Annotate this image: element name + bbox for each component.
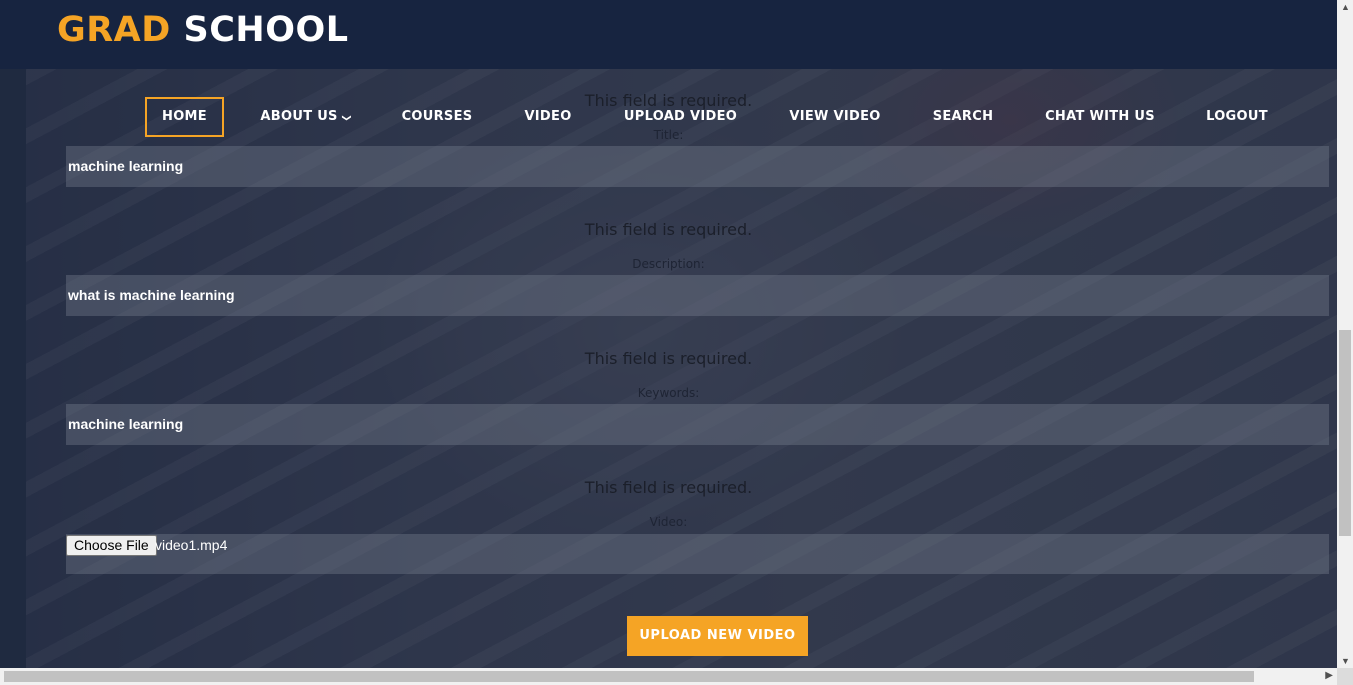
title-field[interactable]: machine learning (66, 146, 1329, 187)
nav-search-label: SEARCH (932, 109, 994, 124)
nav-video[interactable]: VIDEO (520, 97, 576, 137)
horizontal-scrollbar[interactable]: ▶ (0, 668, 1337, 685)
nav-logout[interactable]: LOGOUT (1203, 97, 1271, 137)
nav-logout-label: LOGOUT (1206, 109, 1268, 124)
scroll-up-arrow-icon[interactable]: ▲ (1341, 2, 1350, 12)
logo-part-school: SCHOOL (183, 10, 349, 50)
video-file-field: Choose File video1.mp4 (66, 534, 1329, 574)
nav-home[interactable]: HOME (145, 97, 224, 137)
keywords-error-message: This field is required. (584, 349, 753, 368)
scrollbar-corner (1337, 668, 1353, 685)
keywords-label: Keywords: (637, 386, 700, 400)
description-label: Description: (632, 257, 705, 271)
upload-new-video-button[interactable]: UPLOAD NEW VIDEO (627, 616, 808, 656)
nav-home-label: HOME (162, 109, 207, 124)
chevron-down-icon: ❯ (340, 114, 351, 122)
site-logo[interactable]: GRAD SCHOOL (57, 10, 349, 50)
selected-file-name: video1.mp4 (155, 537, 228, 553)
description-error-message: This field is required. (584, 220, 753, 239)
vertical-scroll-thumb[interactable] (1339, 330, 1351, 536)
vertical-scrollbar[interactable]: ▲ ▼ (1337, 0, 1353, 668)
choose-file-button[interactable]: Choose File (66, 535, 157, 556)
scroll-down-arrow-icon[interactable]: ▼ (1341, 656, 1350, 666)
logo-part-grad: GRAD (57, 10, 171, 50)
main-nav: HOME ABOUT US ❯ COURSES VIDEO UPLOAD VIDE… (0, 97, 1337, 137)
nav-upload-video[interactable]: UPLOAD VIDEO (620, 97, 741, 137)
keywords-value: machine learning (68, 416, 184, 432)
nav-chat-with-us-label: CHAT WITH US (1045, 109, 1155, 124)
nav-view-video-label: VIEW VIDEO (789, 109, 881, 124)
title-value: machine learning (68, 158, 184, 174)
nav-chat-with-us[interactable]: CHAT WITH US (1042, 97, 1158, 137)
nav-about-us[interactable]: ABOUT US ❯ (258, 97, 352, 137)
nav-view-video[interactable]: VIEW VIDEO (786, 97, 884, 137)
scroll-right-arrow-icon[interactable]: ▶ (1325, 670, 1333, 681)
description-field[interactable]: what is machine learning (66, 275, 1329, 316)
nav-courses[interactable]: COURSES (398, 97, 476, 137)
description-value: what is machine learning (68, 287, 235, 303)
site-header: GRAD SCHOOL (0, 0, 1337, 69)
nav-video-label: VIDEO (524, 109, 572, 124)
horizontal-scroll-thumb[interactable] (4, 671, 1254, 682)
keywords-field[interactable]: machine learning (66, 404, 1329, 445)
nav-upload-video-label: UPLOAD VIDEO (623, 109, 738, 124)
nav-search[interactable]: SEARCH (929, 97, 997, 137)
video-error-message: This field is required. (584, 478, 753, 497)
video-label: Video: (649, 515, 688, 529)
nav-courses-label: COURSES (401, 109, 473, 124)
